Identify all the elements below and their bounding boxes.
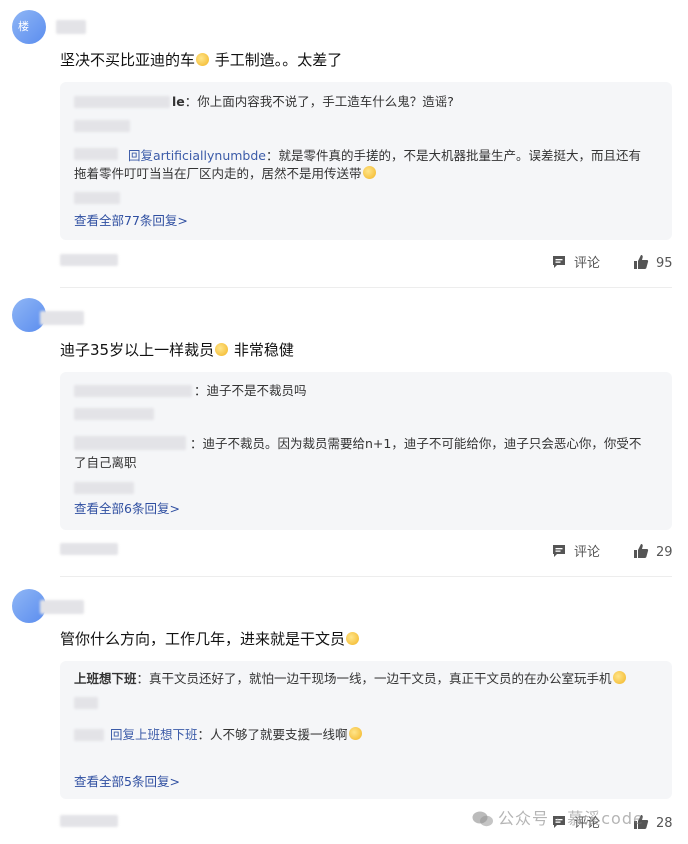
reply-box: 上班想下班：真干文员还好了，就怕一边干现场一线，一边干文员，真正干文员的在办公室… bbox=[60, 661, 672, 799]
divider bbox=[60, 287, 672, 288]
view-all-replies-link[interactable]: 查看全部5条回复> bbox=[74, 773, 180, 791]
timestamp-blurred bbox=[60, 815, 118, 827]
reply-line: 回复上班想下班：人不够了就要支援一线啊 bbox=[110, 725, 658, 745]
wechat-icon bbox=[472, 811, 493, 827]
reply-username-blurred bbox=[74, 120, 130, 132]
post-text: 管你什么方向，工作几年，进来就是干文员 bbox=[60, 629, 360, 649]
view-all-replies-link[interactable]: 查看全部6条回复> bbox=[74, 500, 180, 518]
reply-username-blurred bbox=[74, 482, 134, 494]
reply-line: ：迪子不裁员。因为裁员需要给n+1，迪子不可能给你，迪子只会恶心你，你受不 bbox=[190, 436, 642, 451]
like-button[interactable]: 95 bbox=[633, 254, 673, 273]
comment-button[interactable]: 评论 bbox=[551, 543, 600, 562]
reply-username-blurred bbox=[74, 96, 170, 108]
post-text: 坚决不买比亚迪的车 手工制造。。太差了 bbox=[60, 51, 343, 69]
reply-username-blurred bbox=[74, 436, 186, 450]
comment-icon bbox=[553, 545, 565, 557]
reply-line: ：迪子不是不裁员吗 bbox=[194, 383, 307, 398]
emoji-icon bbox=[348, 727, 362, 740]
like-button[interactable]: 29 bbox=[633, 543, 673, 562]
avatar[interactable]: 楼 bbox=[12, 10, 46, 44]
username-blurred[interactable] bbox=[40, 311, 84, 325]
watermark: 公众号 · 慕溪code bbox=[472, 805, 644, 829]
reply-username-blurred bbox=[74, 148, 118, 160]
username-blurred[interactable] bbox=[56, 20, 86, 34]
reply-username-blurred bbox=[74, 192, 120, 204]
reply-line: 上班想下班：真干文员还好了，就怕一边干现场一线，一边干文员，真正干文员的在办公室… bbox=[74, 669, 658, 689]
reply-username-blurred bbox=[74, 697, 98, 709]
post-text: 迪子35岁以上一样裁员 非常稳健 bbox=[60, 341, 294, 359]
comment-icon bbox=[553, 256, 565, 268]
reply-line-cont: 拖着零件叮叮当当在厂区内走的，居然不是用传送带 bbox=[74, 164, 658, 184]
reply-to-link[interactable]: 回复上班想下班 bbox=[110, 727, 198, 742]
reply-to-link[interactable]: 回复artificiallynumbde bbox=[128, 148, 266, 163]
timestamp-blurred bbox=[60, 543, 118, 555]
emoji-icon bbox=[196, 53, 210, 66]
view-all-replies-link[interactable]: 查看全部77条回复> bbox=[74, 212, 188, 230]
emoji-icon bbox=[215, 343, 229, 356]
thumbs-up-icon bbox=[634, 544, 649, 558]
emoji-icon bbox=[346, 632, 360, 645]
reply-username-blurred bbox=[74, 729, 104, 741]
comment-button[interactable]: 评论 bbox=[551, 254, 600, 273]
reply-box: le：你上面内容我不说了，手工造车什么鬼？造谣? 回复artificiallyn… bbox=[60, 82, 672, 240]
reply-line: le：你上面内容我不说了，手工造车什么鬼？造谣? bbox=[172, 94, 454, 109]
thumbs-up-icon bbox=[634, 255, 649, 269]
divider bbox=[60, 576, 672, 577]
reply-author[interactable]: 上班想下班 bbox=[74, 671, 137, 686]
reply-author[interactable]: le bbox=[172, 94, 185, 109]
timestamp-blurred bbox=[60, 254, 118, 266]
reply-line: 回复artificiallynumbde：就是零件真的手搓的，不是大机器批量生产… bbox=[128, 148, 641, 163]
reply-line-cont: 了自己离职 bbox=[74, 455, 137, 470]
emoji-icon bbox=[362, 166, 376, 179]
emoji-icon bbox=[612, 671, 626, 684]
reply-username-blurred bbox=[74, 385, 192, 397]
username-blurred[interactable] bbox=[40, 600, 84, 614]
reply-username-blurred bbox=[74, 408, 154, 420]
reply-box: ：迪子不是不裁员吗 ：迪子不裁员。因为裁员需要给n+1，迪子不可能给你，迪子只会… bbox=[60, 372, 672, 530]
